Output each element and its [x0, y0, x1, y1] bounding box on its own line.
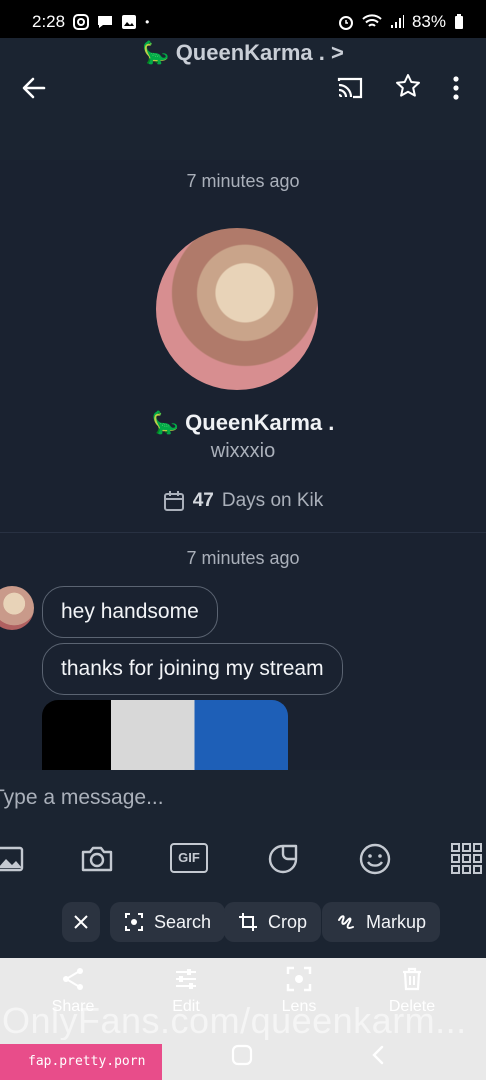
days-count: 47 — [192, 490, 214, 511]
attachment-bar: GIF — [0, 830, 486, 892]
home-nav-icon[interactable] — [231, 1044, 253, 1066]
message-bubble[interactable]: thanks for joining my stream — [42, 643, 343, 695]
wifi-icon — [362, 14, 382, 27]
message-input[interactable]: Type a message... — [0, 786, 164, 810]
lens-action-bar: Search Crop Markup — [0, 892, 486, 958]
dinosaur-emoji-icon: 🦕 — [151, 410, 180, 435]
sticker-icon[interactable] — [264, 840, 302, 878]
profile-name: 🦕 QueenKarma . — [151, 410, 335, 435]
lens-icon — [286, 966, 312, 992]
crop-button[interactable]: Crop — [224, 902, 322, 942]
alarm-icon — [338, 16, 353, 30]
status-dot-icon: • — [145, 15, 150, 29]
divider — [0, 532, 486, 533]
profile-avatar[interactable] — [156, 228, 318, 390]
kik-chat-screen: 🦕 QueenKarma . > 7 minutes ago 🦕 QueenKa… — [0, 38, 486, 958]
instagram-icon — [73, 14, 90, 30]
markup-button[interactable]: Markup — [322, 902, 441, 942]
delete-icon — [403, 967, 421, 991]
chat-header: 🦕 QueenKarma . > — [0, 38, 486, 160]
battery-icon — [455, 14, 463, 29]
emoji-icon[interactable] — [356, 840, 394, 878]
chat-toolbar — [0, 62, 486, 116]
battery-percent: 83% — [411, 12, 446, 31]
search-button[interactable]: Search — [110, 902, 226, 942]
source-tag: fap.pretty.porn — [0, 1044, 162, 1080]
message-input-area[interactable]: Type a message... — [0, 770, 486, 830]
more-icon[interactable] — [444, 74, 468, 102]
crop-icon — [239, 913, 257, 931]
profile-username: wixxxio — [210, 440, 276, 462]
gif-icon[interactable]: GIF — [170, 843, 208, 873]
timestamp-divider-top: 7 minutes ago — [186, 171, 300, 191]
edit-icon — [176, 969, 196, 989]
watermark-text: OnlyFans.com/queenkarm... — [2, 1000, 467, 1041]
timestamp-divider-mid: 7 minutes ago — [186, 548, 300, 568]
close-button[interactable] — [62, 902, 100, 942]
cast-icon[interactable] — [336, 74, 364, 102]
gallery-notif-icon — [122, 15, 137, 29]
sender-avatar[interactable] — [0, 586, 34, 630]
share-icon — [63, 968, 83, 990]
back-arrow-icon[interactable] — [20, 74, 48, 102]
back-nav-icon[interactable] — [368, 1044, 390, 1066]
message-bubble[interactable]: hey handsome — [42, 586, 218, 638]
calendar-icon — [163, 491, 184, 511]
markup-icon — [338, 915, 354, 929]
star-icon[interactable] — [394, 72, 422, 100]
days-on-kik: 47 Days on Kik — [0, 490, 486, 512]
lens-search-icon — [125, 913, 143, 931]
image-icon[interactable] — [0, 840, 30, 878]
close-icon — [74, 915, 88, 929]
apps-icon[interactable] — [448, 840, 486, 878]
message-icon — [98, 16, 113, 28]
camera-icon[interactable] — [78, 840, 116, 878]
status-time: 2:28 — [32, 12, 66, 31]
signal-icon — [390, 15, 404, 28]
days-label: Days on Kik — [221, 490, 324, 511]
